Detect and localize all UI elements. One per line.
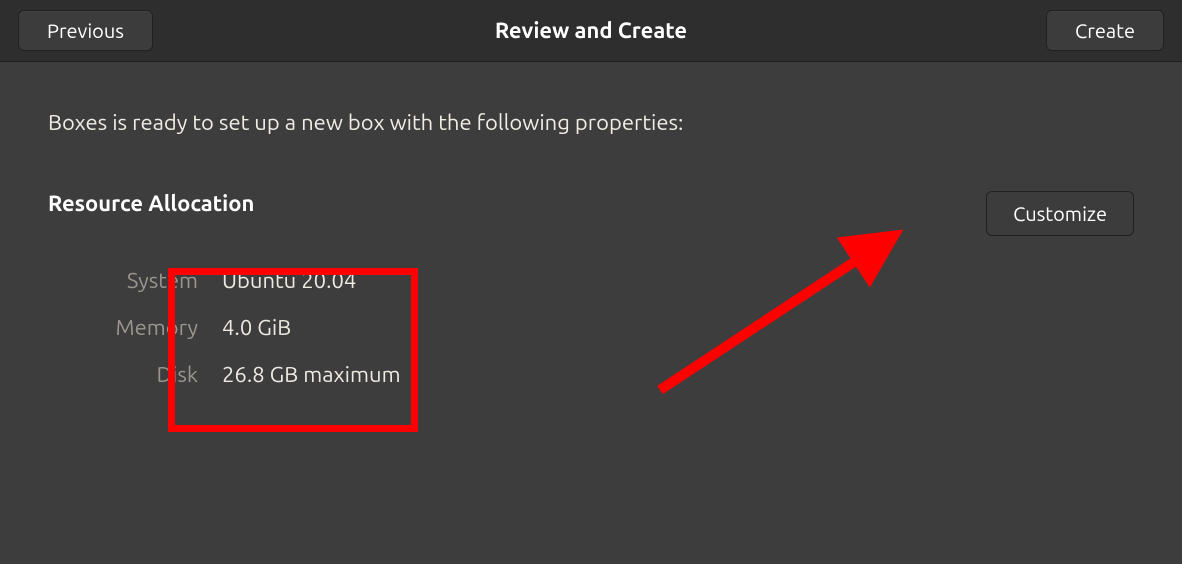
header-bar: Previous Review and Create Create bbox=[0, 0, 1182, 62]
dialog-body: Boxes is ready to set up a new box with … bbox=[0, 62, 1182, 564]
create-button[interactable]: Create bbox=[1046, 10, 1164, 51]
intro-text: Boxes is ready to set up a new box with … bbox=[48, 110, 1134, 135]
prop-label-memory: Memory bbox=[48, 315, 198, 340]
section-heading-resource-allocation: Resource Allocation bbox=[48, 191, 254, 216]
prop-value-memory: 4.0 GiB bbox=[222, 315, 401, 340]
prop-label-system: System bbox=[48, 268, 198, 293]
review-create-dialog: Previous Review and Create Create Boxes … bbox=[0, 0, 1182, 564]
customize-button[interactable]: Customize bbox=[986, 191, 1134, 236]
prop-value-system: Ubuntu 20.04 bbox=[222, 268, 401, 293]
properties-grid: System Ubuntu 20.04 Memory 4.0 GiB Disk … bbox=[48, 268, 401, 387]
prop-label-disk: Disk bbox=[48, 362, 198, 387]
dialog-title: Review and Create bbox=[188, 18, 994, 43]
previous-button[interactable]: Previous bbox=[18, 10, 153, 51]
prop-value-disk: 26.8 GB maximum bbox=[222, 362, 401, 387]
